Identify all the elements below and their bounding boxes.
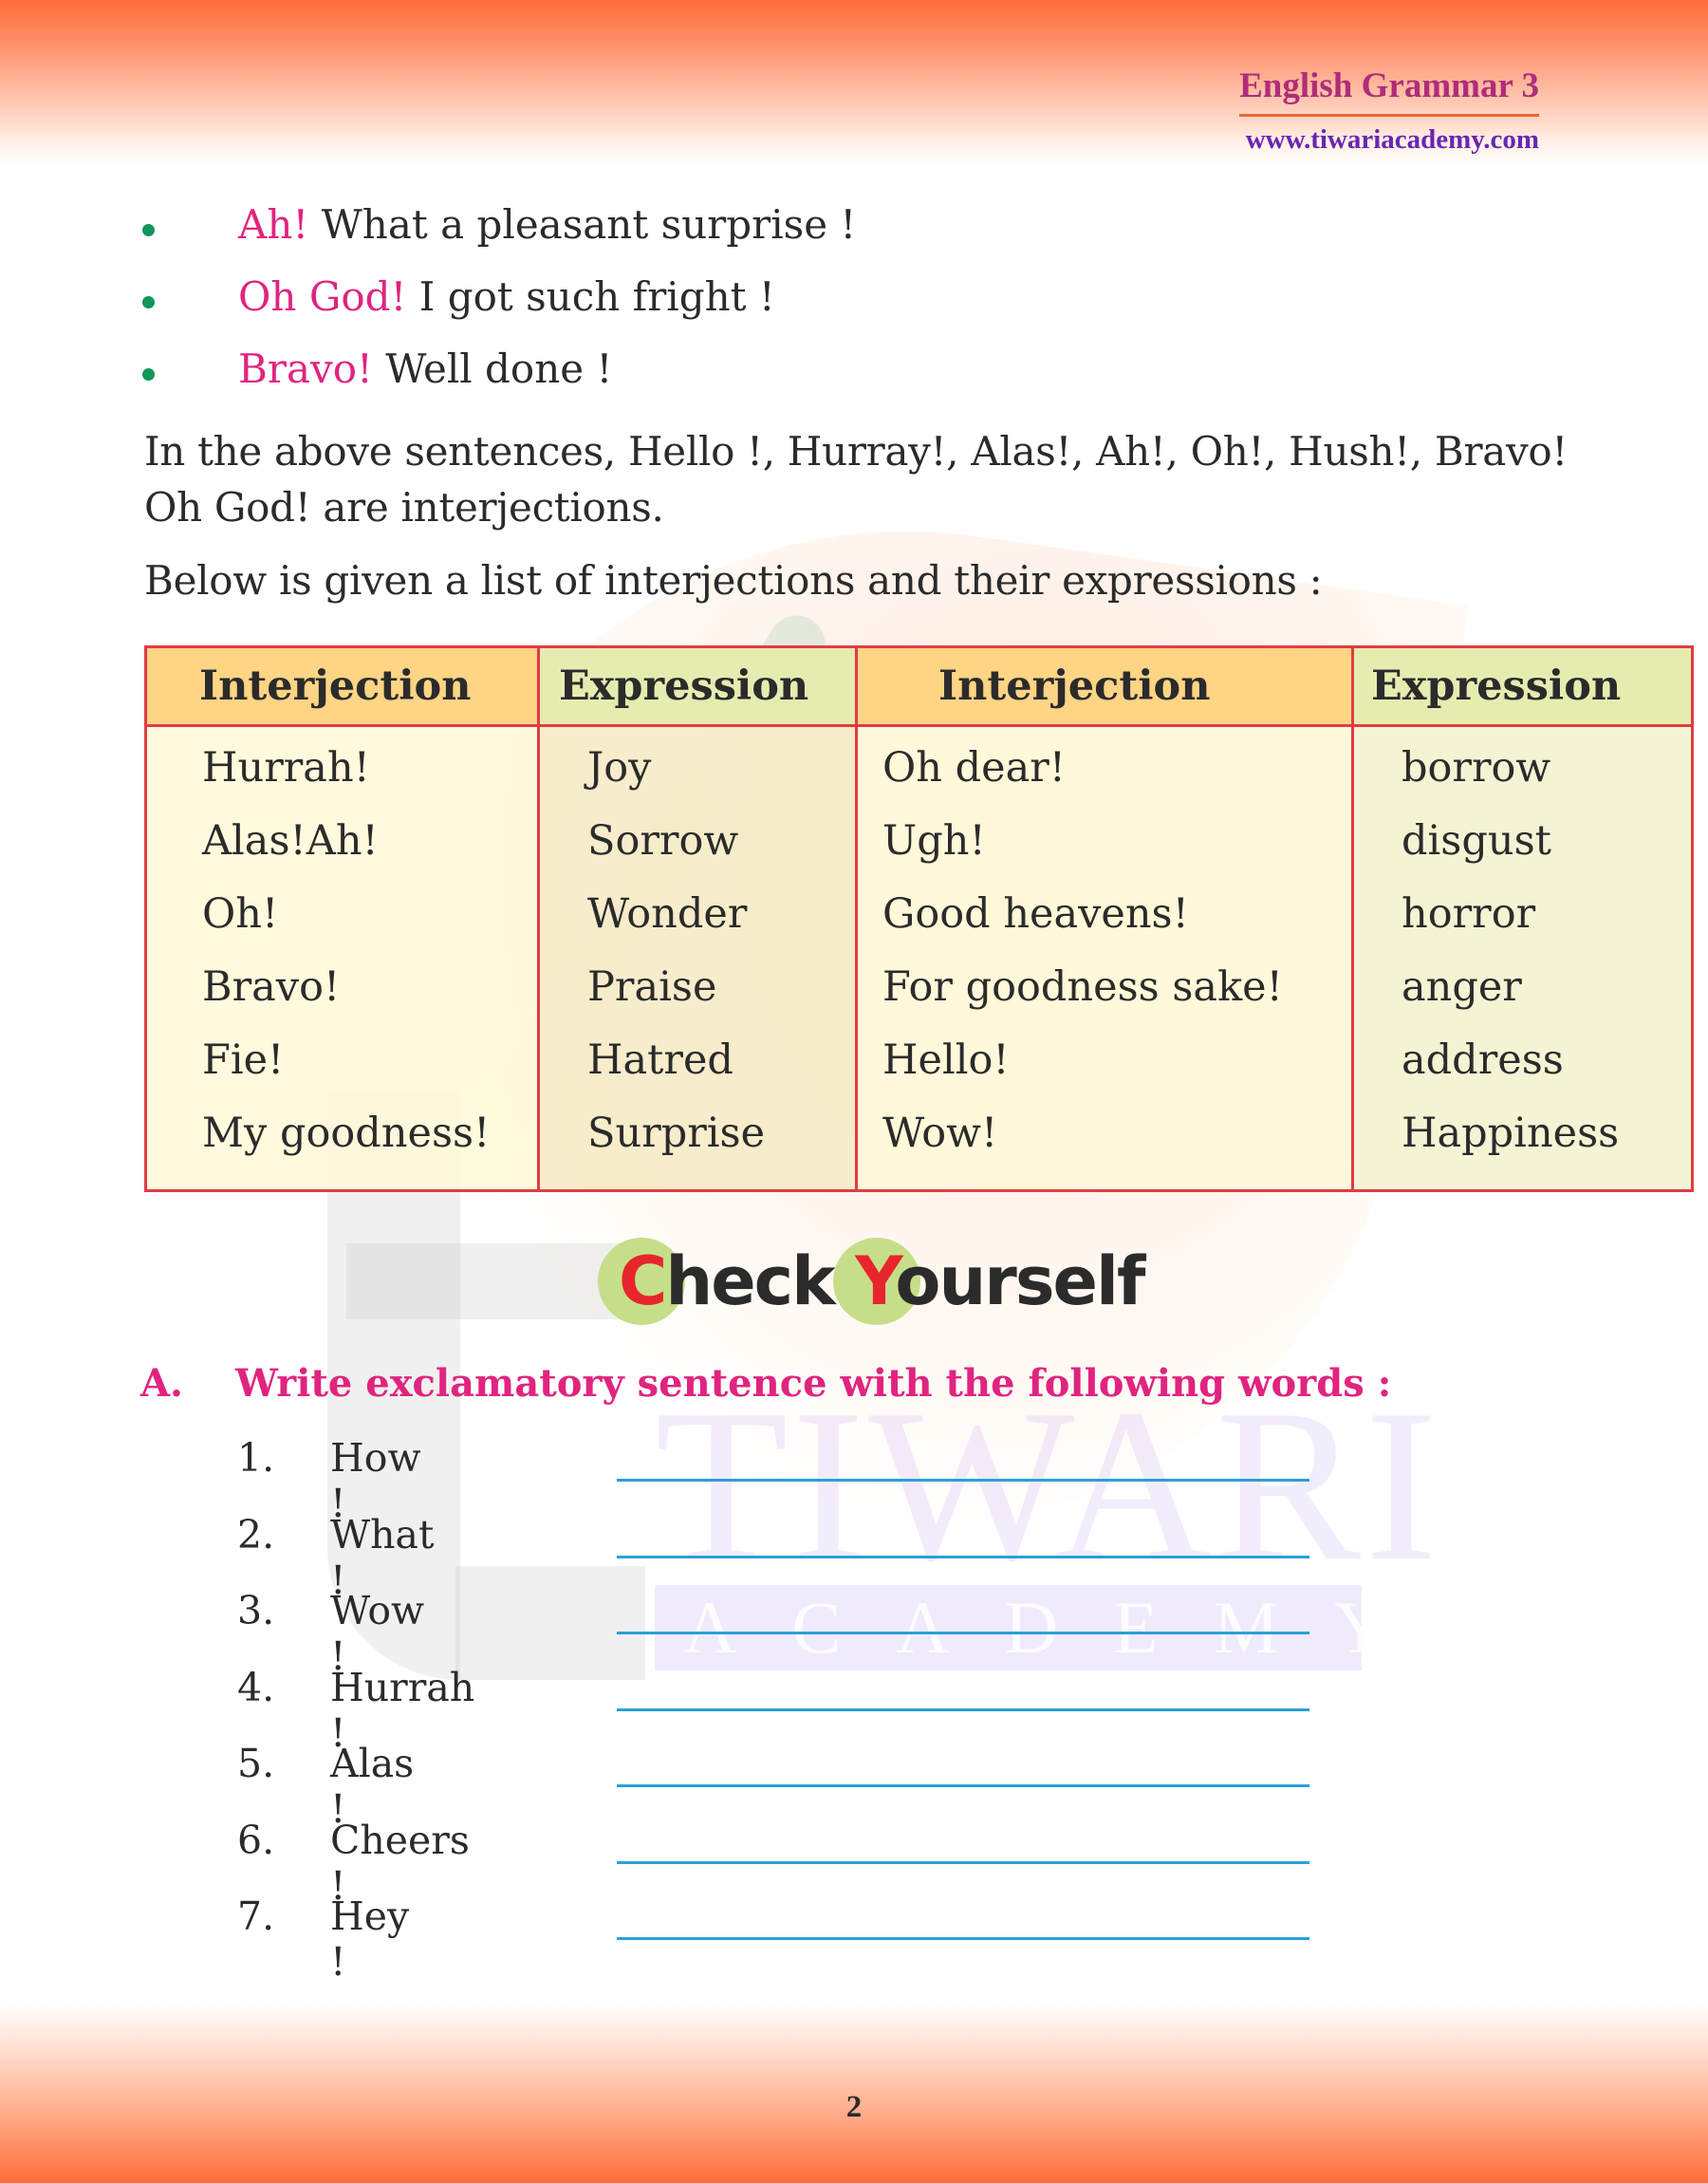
interjection-highlight: Ah!: [238, 200, 309, 248]
table-header-row: Interjection Expression Interjection Exp…: [144, 646, 1694, 727]
answer-line-input[interactable]: [617, 1632, 1309, 1634]
item-number: 6.: [237, 1817, 275, 1863]
header-interjection-2: Interjection: [855, 646, 1354, 727]
answer-line-input[interactable]: [617, 1784, 1309, 1787]
table-cell: My goodness!: [144, 1096, 540, 1191]
table-cell: disgust: [1351, 804, 1694, 877]
table-cell: horror: [1351, 877, 1694, 950]
table-cell: Praise: [537, 950, 858, 1023]
table-cell: Bravo!: [144, 950, 540, 1023]
book-title: English Grammar 3: [1239, 66, 1539, 105]
bullet-dot-icon: [142, 295, 155, 308]
interjection-highlight: Bravo!: [238, 345, 373, 392]
exercise-instruction-text: Write exclamatory sentence with the foll…: [235, 1361, 1392, 1406]
table-cell: Surprise: [537, 1096, 858, 1191]
item-number: 2.: [237, 1511, 275, 1558]
header-expression-1: Expression: [537, 646, 858, 727]
item-word: Hey !: [330, 1894, 410, 1985]
table-cell: Fie!: [144, 1023, 540, 1096]
bullet-dot-icon: [142, 367, 155, 381]
table-cell: Ugh!: [855, 804, 1354, 877]
check-yourself-text: Check Yourself: [619, 1234, 1145, 1329]
interjection-table: Interjection Expression Interjection Exp…: [144, 645, 1694, 1192]
table-row: Hurrah! Joy Oh dear! borrow: [144, 725, 1694, 804]
table-row: My goodness! Surprise Wow! Happiness: [144, 1096, 1694, 1191]
table-row: Alas!Ah! Sorrow Ugh! disgust: [144, 804, 1694, 877]
table-cell: Sorrow: [537, 804, 858, 877]
table-cell: anger: [1351, 950, 1694, 1023]
table-cell: Good heavens!: [855, 877, 1354, 950]
table-cell: Oh dear!: [855, 725, 1354, 804]
exercise-label: A.: [140, 1361, 183, 1406]
heading-word-check: heck: [665, 1242, 856, 1320]
bullet-item: Bravo! Well done !: [142, 332, 856, 404]
table-row: Fie! Hatred Hello! address: [144, 1023, 1694, 1096]
exercise-instruction: A. Write exclamatory sentence with the f…: [140, 1361, 1391, 1406]
table-cell: Oh!: [144, 877, 540, 950]
table-cell: Happiness: [1351, 1096, 1694, 1191]
table-cell: Joy: [537, 725, 858, 804]
table-row: Bravo! Praise For goodness sake! anger: [144, 950, 1694, 1023]
bullet-item: Oh God! I got such fright !: [142, 260, 856, 332]
table-cell: Wow!: [855, 1096, 1354, 1191]
page-header: English Grammar 3 www.tiwariacademy.com: [1239, 65, 1539, 155]
table-cell: Hatred: [537, 1023, 858, 1096]
watermark-t-foot: [455, 1566, 645, 1680]
table-intro-paragraph: Below is given a list of interjections a…: [144, 557, 1323, 604]
answer-line-input[interactable]: [617, 1555, 1309, 1558]
table-cell: Wonder: [537, 877, 858, 950]
header-interjection-1: Interjection: [144, 646, 540, 727]
table-cell: address: [1351, 1023, 1694, 1096]
bullet-dot-icon: [142, 223, 155, 236]
interjection-highlight: Oh God!: [238, 272, 407, 320]
header-divider: [1239, 114, 1539, 117]
table-row: Oh! Wonder Good heavens! horror: [144, 877, 1694, 950]
item-number: 5.: [237, 1741, 275, 1786]
item-number: 4.: [237, 1664, 275, 1710]
table-cell: Alas!Ah!: [144, 804, 540, 877]
bullet-item: Ah! What a pleasant surprise !: [142, 188, 856, 260]
heading-word-yourself: ourself: [895, 1242, 1145, 1320]
table-cell: borrow: [1351, 725, 1694, 804]
answer-line-input[interactable]: [617, 1479, 1309, 1482]
check-yourself-heading: Check Yourself: [598, 1234, 1145, 1329]
bullet-text: I got such fright !: [406, 272, 775, 320]
item-number: 3.: [237, 1588, 275, 1633]
item-number: 7.: [237, 1894, 275, 1939]
red-initial-c: C: [619, 1242, 667, 1320]
table-cell: For goodness sake!: [855, 950, 1354, 1023]
watermark-tiwari-text: TIWARI: [655, 1364, 1441, 1606]
bullet-text: What a pleasant surprise !: [308, 200, 857, 248]
explanation-paragraph: In the above sentences, Hello !, Hurray!…: [144, 428, 1568, 531]
page-number: 2: [845, 2090, 863, 2124]
website-url[interactable]: www.tiwariacademy.com: [1239, 124, 1539, 155]
answer-line-input[interactable]: [617, 1937, 1309, 1940]
table-cell: Hurrah!: [144, 725, 540, 804]
bullet-text: Well done !: [372, 345, 613, 392]
table-cell: Hello!: [855, 1023, 1354, 1096]
example-bullet-list: Ah! What a pleasant surprise ! Oh God! I…: [142, 188, 856, 404]
watermark-academy-text: ACADEMY: [655, 1585, 1387, 1670]
red-initial-y: Y: [855, 1242, 897, 1320]
answer-line-input[interactable]: [617, 1860, 1309, 1864]
header-expression-2: Expression: [1351, 646, 1694, 727]
item-number: 1.: [237, 1435, 275, 1481]
answer-line-input[interactable]: [617, 1707, 1309, 1711]
